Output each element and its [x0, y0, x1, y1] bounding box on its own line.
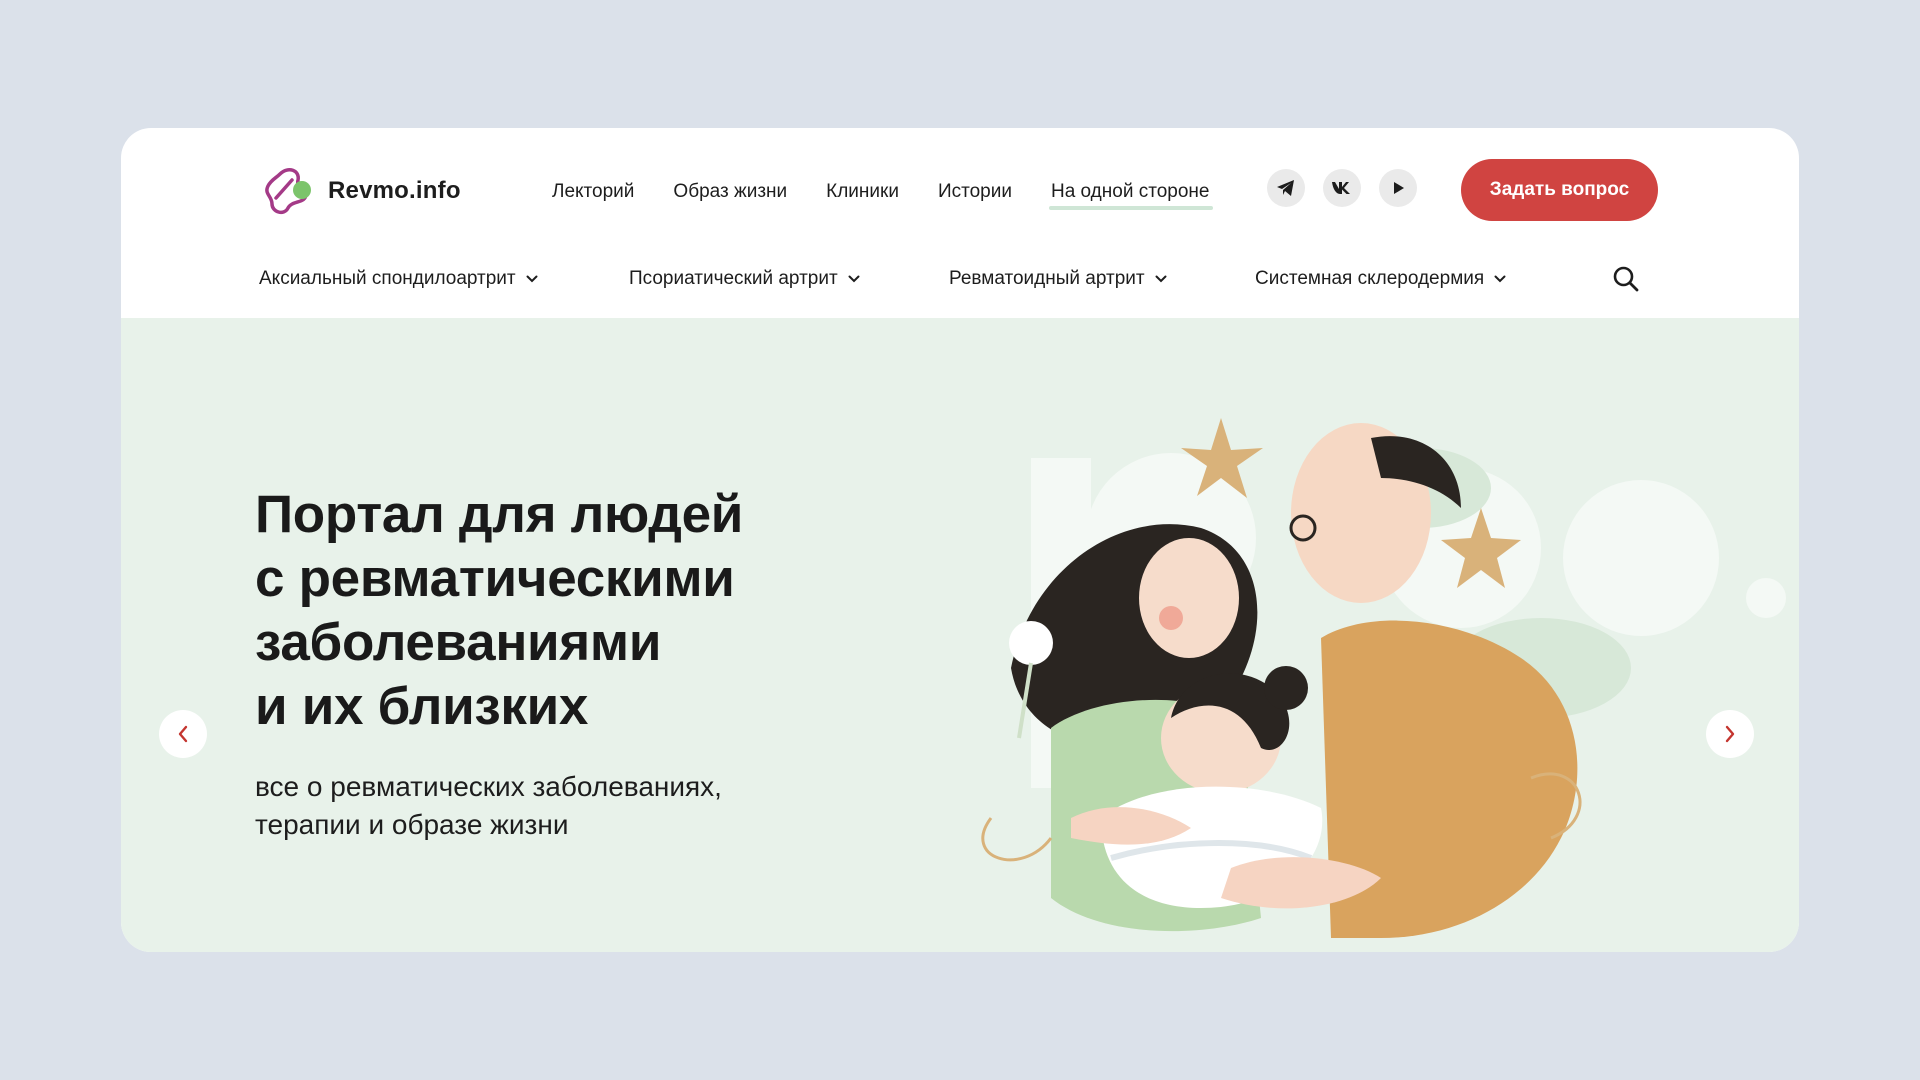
- nav-na-odnoy-storone[interactable]: На одной стороне: [1048, 181, 1213, 210]
- subnav-systemic-sclerosis[interactable]: Системная склеродермия: [1255, 268, 1506, 290]
- search-button[interactable]: [1611, 264, 1641, 294]
- nav-obraz-zhizni[interactable]: Образ жизни: [673, 181, 787, 203]
- hero-title-line: заболеваниями: [255, 613, 662, 672]
- page-card: Revmo.info Лекторий Образ жизни Клиники …: [121, 128, 1799, 952]
- subnav-axial-spondyloarthritis[interactable]: Аксиальный спондилоартрит: [259, 268, 538, 290]
- carousel-prev-button[interactable]: [159, 710, 207, 758]
- telegram-icon: [1277, 180, 1294, 196]
- brand-name: Revmo.info: [328, 177, 461, 204]
- nav-kliniki[interactable]: Клиники: [826, 181, 899, 203]
- logo-icon: [265, 168, 311, 215]
- hero-subtitle: все о ревматических заболеваниях, терапи…: [255, 768, 815, 844]
- subnav-label: Аксиальный спондилоартрит: [259, 268, 516, 289]
- header: Revmo.info Лекторий Образ жизни Клиники …: [121, 128, 1799, 254]
- family-illustration: [981, 418, 1786, 938]
- hero-banner: Портал для людей с ревматическими заболе…: [121, 318, 1799, 952]
- nav-istorii[interactable]: Истории: [938, 181, 1012, 203]
- hero-title-line: с ревматическими: [255, 549, 735, 608]
- subnav-label: Ревматоидный артрит: [949, 268, 1145, 289]
- chevron-down-icon: [1155, 275, 1167, 283]
- telegram-button[interactable]: [1267, 169, 1305, 207]
- subnav-label: Системная склеродермия: [1255, 268, 1485, 289]
- vk-icon: [1332, 182, 1350, 194]
- subnav-rheumatoid-arthritis[interactable]: Ревматоидный артрит: [949, 268, 1167, 290]
- chevron-left-icon: [178, 725, 188, 743]
- nav-lektoriy[interactable]: Лекторий: [552, 181, 634, 203]
- hero-subtitle-line: все о ревматических заболеваниях,: [255, 771, 722, 802]
- logo[interactable]: Revmo.info: [262, 164, 461, 218]
- subnav-label: Псориатический артрит: [629, 268, 838, 289]
- youtube-play-icon: [1394, 182, 1404, 194]
- hero-title: Портал для людей с ревматическими заболе…: [255, 483, 895, 739]
- youtube-button[interactable]: [1379, 169, 1417, 207]
- chevron-down-icon: [848, 275, 860, 283]
- hero-subtitle-line: терапии и образе жизни: [255, 809, 569, 840]
- ask-question-button[interactable]: Задать вопрос: [1461, 159, 1658, 221]
- subnav-psoriatic-arthritis[interactable]: Псориатический артрит: [629, 268, 860, 290]
- main-nav: Лекторий Образ жизни Клиники Истории На …: [552, 178, 1248, 210]
- social-links: [1267, 169, 1417, 207]
- hero-title-line: и их близких: [255, 677, 589, 736]
- chevron-down-icon: [526, 275, 538, 283]
- vk-button[interactable]: [1323, 169, 1361, 207]
- hero-title-line: Портал для людей: [255, 485, 744, 544]
- search-icon: [1613, 266, 1639, 292]
- chevron-down-icon: [1494, 275, 1506, 283]
